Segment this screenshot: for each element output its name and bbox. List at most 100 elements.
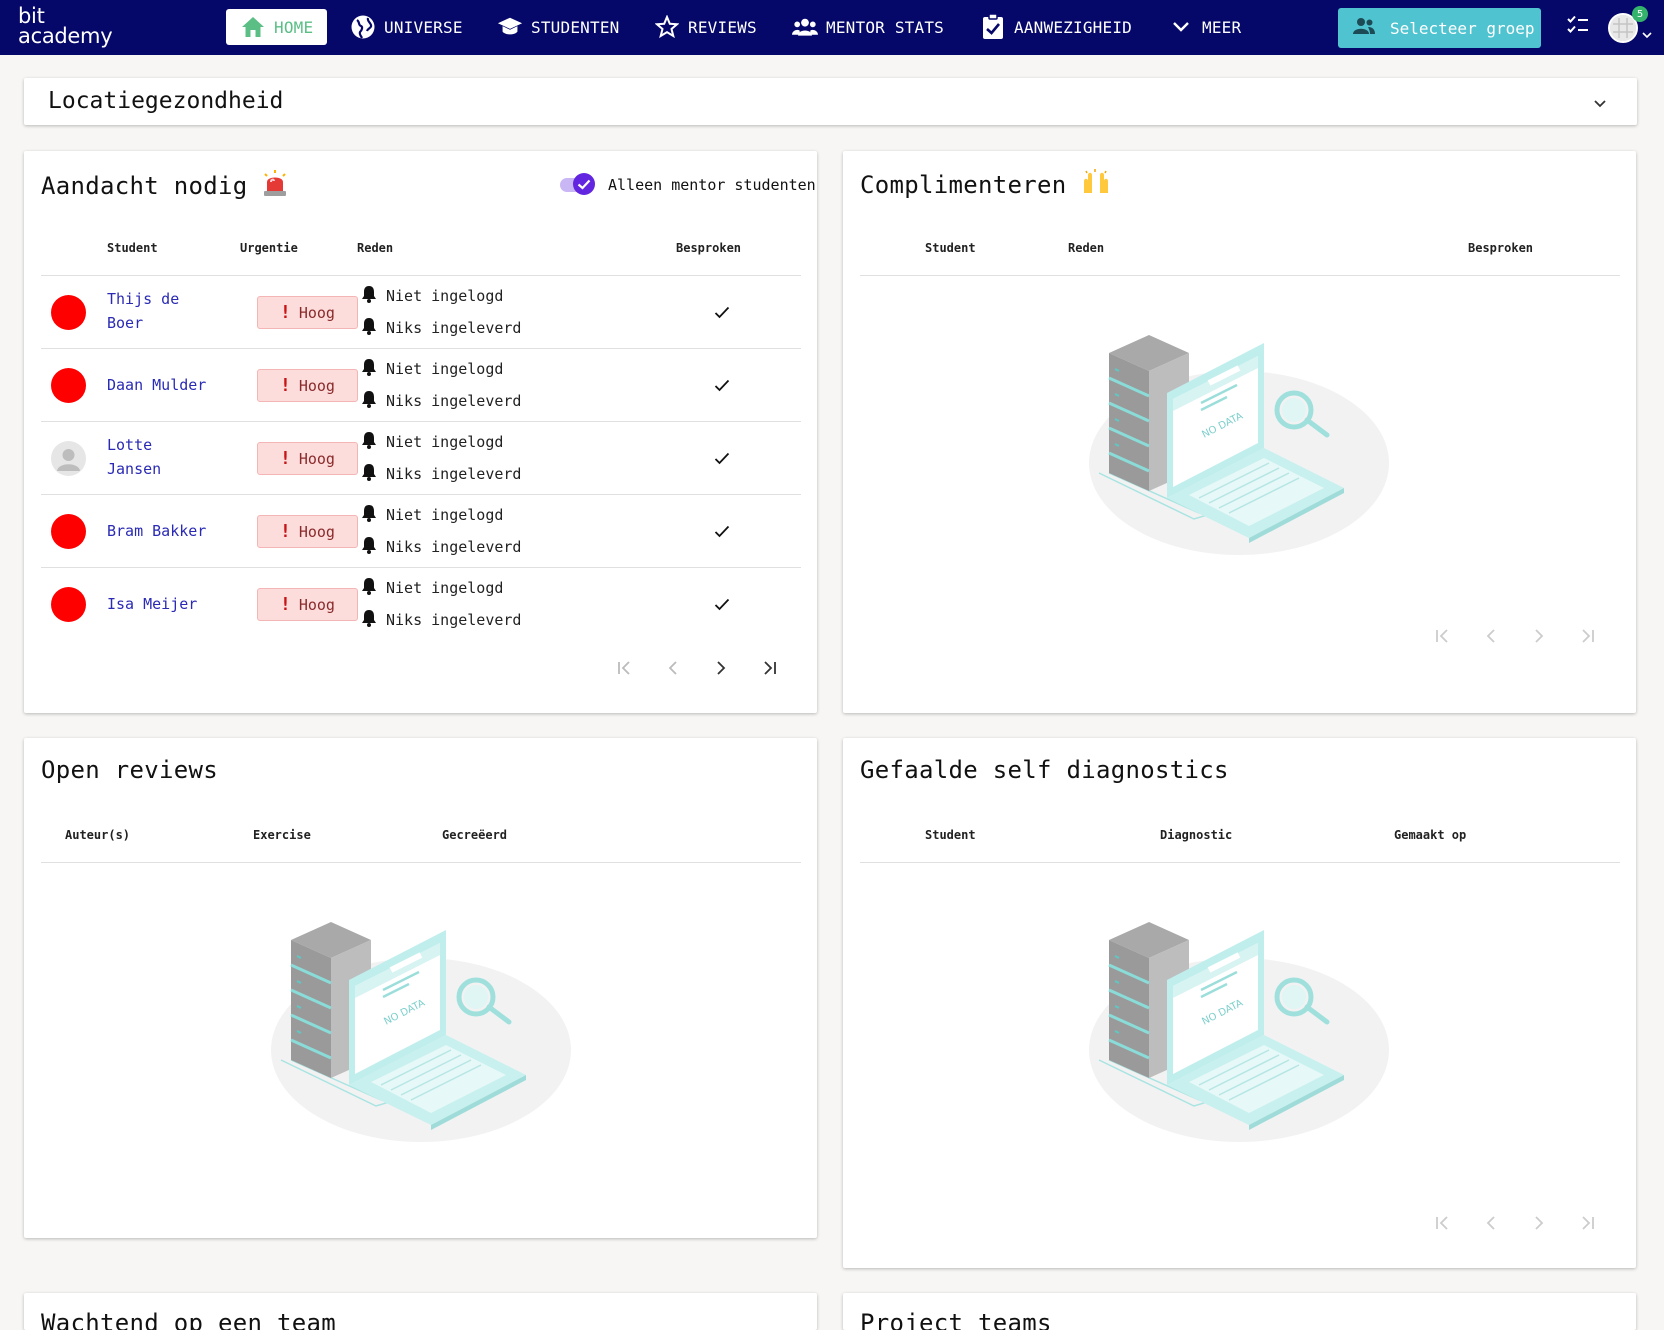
student-link[interactable]: Bram Bakker [107, 519, 217, 543]
check-icon[interactable] [714, 596, 730, 615]
col-auteurs[interactable]: Auteur(s) [65, 828, 130, 842]
table-row: Isa Meijer ! Hoog Niet ingelogd Niks inge… [41, 568, 801, 641]
nav-home-label: HOME [274, 17, 314, 37]
status-dot [51, 295, 86, 330]
nav-universe-label: UNIVERSE [384, 17, 463, 37]
pagination [1433, 626, 1596, 645]
chevron-down-icon [1168, 14, 1194, 40]
col-student[interactable]: Student [925, 828, 976, 842]
reason-text: Niks ingeleverd [386, 538, 522, 556]
col-gecreeerd[interactable]: Gecreëerd [442, 828, 507, 842]
prev-page-icon[interactable] [663, 658, 682, 677]
expand-chevron-icon[interactable] [1593, 94, 1607, 113]
task-list-button[interactable] [1567, 14, 1589, 40]
col-besproken[interactable]: Besproken [1468, 241, 1533, 255]
student-link[interactable]: Isa Meijer [107, 592, 217, 616]
attention-panel: Aandacht nodig Alleen mentor studenten S… [24, 151, 817, 713]
mentor-students-toggle[interactable]: Alleen mentor studenten [560, 173, 816, 195]
first-page-icon[interactable] [1433, 1213, 1452, 1232]
nav-aanwezigheid[interactable]: AANWEZIGHEID [980, 9, 1132, 45]
bell-icon [361, 358, 377, 380]
first-page-icon[interactable] [615, 658, 634, 677]
first-page-icon[interactable] [1433, 626, 1452, 645]
location-health-panel[interactable]: Locatiegezondheid [24, 78, 1637, 125]
student-name-line: Daan Mulder [107, 376, 207, 394]
logo-line-2: academy [18, 24, 113, 48]
open-reviews-panel: Open reviews Auteur(s) Exercise Gecreëer… [24, 738, 817, 1238]
next-page-icon[interactable] [1529, 626, 1548, 645]
col-gemaakt-op[interactable]: Gemaakt op [1394, 828, 1466, 842]
exclamation-icon: ! [280, 521, 291, 542]
col-urgentie[interactable]: Urgentie [240, 241, 298, 255]
select-group-label: Selecteer groep [1390, 18, 1535, 38]
pagination [1433, 1213, 1596, 1232]
prev-page-icon[interactable] [1481, 1213, 1500, 1232]
reason-text: Niks ingeleverd [386, 392, 522, 410]
student-name-line: Isa Meijer [107, 595, 198, 613]
table-row: Daan Mulder ! Hoog Niet ingelogd Niks ing… [41, 349, 801, 422]
reason-item: Niet ingelogd [361, 577, 503, 599]
users-icon [792, 14, 818, 40]
home-icon [240, 14, 266, 40]
urgency-label: Hoog [298, 522, 335, 541]
waiting-team-panel: Wachtend op een team [24, 1293, 817, 1330]
col-diagnostic[interactable]: Diagnostic [1160, 828, 1232, 842]
col-reden[interactable]: Reden [357, 241, 393, 255]
bell-icon [361, 390, 377, 412]
compliments-panel: Complimenteren Student Reden Besproken N… [843, 151, 1636, 713]
toggle-track[interactable] [560, 173, 595, 195]
student-name-line: Bram Bakker [107, 522, 207, 540]
bit-academy-logo[interactable]: bit academy [18, 6, 113, 48]
col-reden[interactable]: Reden [1068, 241, 1104, 255]
reason-text: Niet ingelogd [386, 433, 504, 451]
user-menu[interactable]: 5 [1608, 6, 1654, 46]
pagination [615, 658, 778, 677]
toggle-check-icon [573, 173, 595, 195]
nav-home[interactable]: HOME [226, 9, 328, 45]
star-icon [654, 14, 680, 40]
reason-item: Niet ingelogd [361, 504, 503, 526]
nav-studenten[interactable]: STUDENTEN [497, 9, 620, 45]
last-page-icon[interactable] [759, 658, 778, 677]
nav-meer-label: MEER [1202, 17, 1242, 37]
prev-page-icon[interactable] [1481, 626, 1500, 645]
nav-reviews[interactable]: REVIEWS [654, 9, 757, 45]
col-student[interactable]: Student [925, 241, 976, 255]
nav-meer[interactable]: MEER [1168, 9, 1241, 45]
bell-icon [361, 609, 377, 631]
check-icon[interactable] [714, 304, 730, 323]
self-diagnostics-title: Gefaalde self diagnostics [860, 756, 1229, 784]
bell-icon [361, 317, 377, 339]
student-link[interactable]: Daan Mulder [107, 373, 217, 397]
last-page-icon[interactable] [1577, 626, 1596, 645]
student-link[interactable]: Lotte Jansen [107, 433, 217, 481]
nav-mentor-stats[interactable]: MENTOR STATS [792, 9, 944, 45]
bell-icon [361, 504, 377, 526]
default-avatar [51, 441, 86, 476]
clipboard-check-icon [980, 14, 1006, 40]
bell-icon [361, 285, 377, 307]
reason-item: Niet ingelogd [361, 431, 503, 453]
reason-text: Niet ingelogd [386, 287, 504, 305]
col-exercise[interactable]: Exercise [253, 828, 311, 842]
bell-icon [361, 431, 377, 453]
top-nav: bit academy HOME UNIVERSE STUDENTEN REVI… [0, 0, 1664, 55]
check-icon[interactable] [714, 523, 730, 542]
next-page-icon[interactable] [711, 658, 730, 677]
urgency-label: Hoog [298, 449, 335, 468]
student-name-line: Thijs de [107, 290, 180, 308]
next-page-icon[interactable] [1529, 1213, 1548, 1232]
col-besproken[interactable]: Besproken [676, 241, 741, 255]
status-dot [51, 368, 86, 403]
check-icon[interactable] [714, 450, 730, 469]
student-name-line: Lotte [107, 436, 153, 454]
open-reviews-title: Open reviews [41, 756, 218, 784]
nav-universe[interactable]: UNIVERSE [350, 9, 463, 45]
check-icon[interactable] [714, 377, 730, 396]
student-link[interactable]: Thijs de Boer [107, 287, 217, 335]
reason-item: Niks ingeleverd [361, 463, 521, 485]
select-group-button[interactable]: Selecteer groep [1338, 8, 1541, 48]
urgency-badge: ! Hoog [257, 515, 358, 548]
col-student[interactable]: Student [107, 241, 158, 255]
last-page-icon[interactable] [1577, 1213, 1596, 1232]
